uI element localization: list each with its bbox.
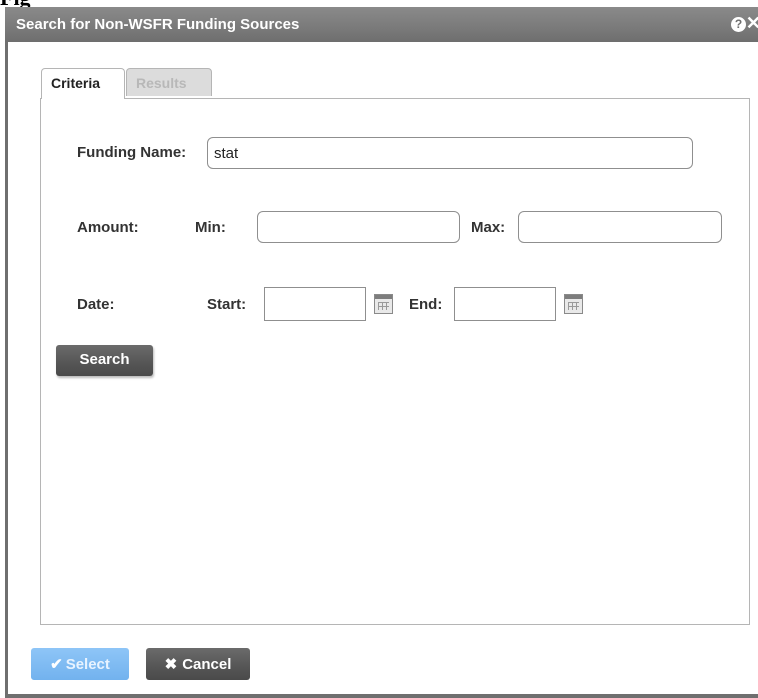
end-label: End: [409,296,443,313]
amount-max-input[interactable] [518,211,722,243]
max-label: Max: [471,219,506,236]
cancel-button-label: Cancel [182,656,232,673]
amount-min-input[interactable] [257,211,460,243]
end-date-input[interactable] [454,287,556,321]
date-label: Date: [77,296,115,313]
amount-label: Amount: [77,219,139,236]
select-button[interactable]: ✔ Select [31,648,129,680]
search-funding-dialog: Search for Non-WSFR Funding Sources ? ✕ … [5,7,758,698]
cancel-button[interactable]: ✖ Cancel [146,648,250,680]
close-icon[interactable]: ✕ [746,13,758,34]
min-label: Min: [195,219,226,236]
help-icon[interactable]: ? [731,17,746,32]
funding-name-input[interactable] [207,137,693,169]
cancel-x-icon: ✖ [164,656,178,673]
tab-criteria[interactable]: Criteria [41,68,125,99]
start-label: Start: [207,296,247,313]
check-icon: ✔ [50,656,63,673]
start-calendar-icon[interactable] [374,294,393,314]
tab-results[interactable]: Results [126,68,212,96]
dialog-title: Search for Non-WSFR Funding Sources [16,16,300,33]
end-calendar-icon[interactable] [564,294,583,314]
funding-name-label: Funding Name: [77,144,187,161]
select-button-label: Select [65,656,110,673]
start-date-input[interactable] [264,287,366,321]
search-button[interactable]: Search [56,345,153,376]
dialog-titlebar[interactable]: Search for Non-WSFR Funding Sources ? ✕ [5,7,758,42]
